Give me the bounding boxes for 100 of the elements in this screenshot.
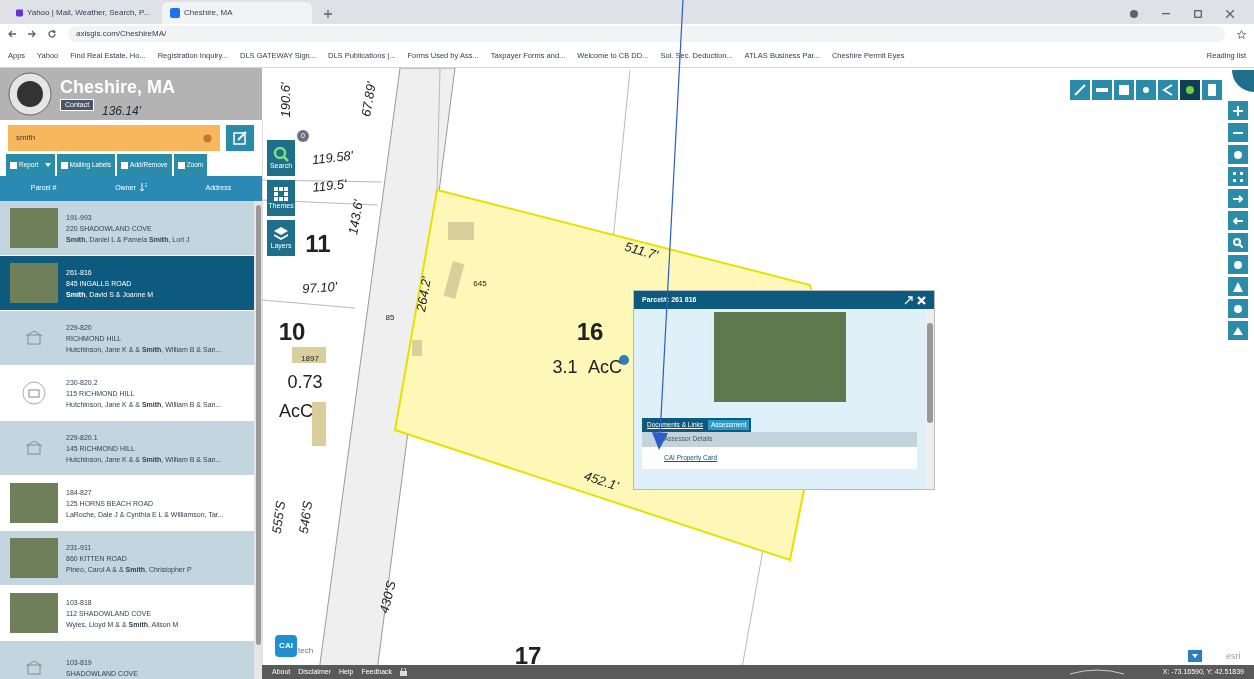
photo-placeholder xyxy=(10,538,58,578)
company-logo: CAI xyxy=(275,635,297,657)
clear-icon xyxy=(203,133,212,143)
map-tool-button[interactable] xyxy=(1228,101,1248,120)
zoom-in-icon xyxy=(1233,105,1243,116)
back-button[interactable] xyxy=(8,30,16,38)
reload-button[interactable] xyxy=(48,30,56,38)
map-tool-button[interactable] xyxy=(1228,321,1248,340)
map-tool-button[interactable] xyxy=(1180,80,1200,100)
tab-favicon-icon xyxy=(16,8,23,18)
bookmark-button[interactable] xyxy=(1237,29,1246,39)
caret-icon xyxy=(1192,654,1198,658)
minimize-icon xyxy=(1162,13,1170,15)
star-icon xyxy=(1237,29,1246,39)
map-tool-button[interactable] xyxy=(1114,80,1134,100)
reload-icon xyxy=(48,30,56,38)
address-bar[interactable]: axisgis.com/CheshireMA/ xyxy=(68,26,1225,42)
scrollbar[interactable] xyxy=(254,201,262,679)
close-icon xyxy=(1226,10,1234,18)
map-attribution: esri xyxy=(1226,650,1241,663)
dot-icon xyxy=(1234,304,1242,313)
maximize-button[interactable] xyxy=(1194,10,1202,18)
map-tool-button[interactable] xyxy=(1070,80,1090,100)
seal-icon xyxy=(8,72,52,116)
arrow-left-icon xyxy=(8,30,16,38)
no-photo-icon xyxy=(22,381,46,405)
edit-icon xyxy=(232,130,248,146)
no-photo-icon xyxy=(25,661,43,675)
pen-icon xyxy=(1072,82,1088,98)
search-icon xyxy=(273,146,289,162)
layers-icon xyxy=(273,226,289,242)
map-tool-button[interactable] xyxy=(1228,233,1248,252)
map-tool-button[interactable] xyxy=(1228,255,1248,274)
search-field[interactable]: smith xyxy=(8,125,220,151)
triangle-icon xyxy=(1233,326,1243,335)
photo-placeholder xyxy=(10,208,58,248)
map-label: 264.2' xyxy=(413,275,434,313)
map-tool-button[interactable] xyxy=(1228,167,1248,186)
map-label: AcC xyxy=(588,357,622,377)
browser-tab[interactable]: Cheshire, MA xyxy=(162,2,312,24)
map-label: 555'S xyxy=(268,500,289,535)
forward-button[interactable] xyxy=(28,30,36,38)
grid-icon xyxy=(1233,171,1243,182)
arrow-left-icon xyxy=(1233,216,1243,225)
arrow-right-icon xyxy=(28,30,36,38)
scale-bar-icon xyxy=(1068,668,1125,676)
map-tool-button[interactable] xyxy=(1228,211,1248,230)
map-tool-button[interactable] xyxy=(1202,80,1222,100)
map-label: 0.73 xyxy=(287,372,323,392)
photo-placeholder xyxy=(10,263,58,303)
panel-toggle-button[interactable] xyxy=(1232,70,1254,92)
map-label: 3.1 xyxy=(552,357,578,377)
map-label: 67.89' xyxy=(358,80,379,118)
map-label: 645 xyxy=(473,279,487,288)
map-label: 136.14' xyxy=(102,103,141,120)
collapse-button[interactable] xyxy=(1188,650,1202,662)
expand-button[interactable] xyxy=(904,295,913,305)
map-label: 10 xyxy=(278,318,306,345)
map-label: 430'S xyxy=(376,579,399,615)
app-title: Cheshire, MA xyxy=(60,76,176,97)
photo-placeholder xyxy=(10,593,58,633)
close-icon xyxy=(917,295,926,305)
map-label: 85 xyxy=(385,313,395,322)
square-icon xyxy=(1116,82,1132,98)
map-label: 546'S xyxy=(295,500,316,535)
map-tool-button[interactable] xyxy=(1228,189,1248,208)
profile-button[interactable] xyxy=(1130,10,1138,18)
photo-placeholder xyxy=(10,483,58,523)
map-label: 17 xyxy=(514,642,542,669)
map-tool-button[interactable] xyxy=(1228,299,1248,318)
tab-favicon-icon xyxy=(170,8,180,18)
browser-tab[interactable]: Yahoo | Mail, Weather, Search, P... xyxy=(8,2,158,24)
map-label: 511.7' xyxy=(622,238,660,263)
map-tool-button[interactable] xyxy=(1092,80,1112,100)
minimize-button[interactable] xyxy=(1162,13,1170,15)
map-label: 452.1' xyxy=(582,468,621,494)
no-photo-icon xyxy=(25,441,43,455)
dot-icon xyxy=(1234,150,1242,159)
close-button[interactable] xyxy=(1226,10,1234,18)
map-label: 119.58' xyxy=(311,147,354,168)
map-label: 190.6' xyxy=(278,82,293,118)
map-tool-button[interactable] xyxy=(1228,277,1248,296)
triangle-icon xyxy=(1233,281,1243,292)
map-tool-button[interactable] xyxy=(1136,80,1156,100)
profile-icon xyxy=(1130,10,1138,18)
map-label: 119.5' xyxy=(311,176,348,195)
map-tool-button[interactable] xyxy=(1228,123,1248,142)
map-label: 143.6' xyxy=(345,198,366,236)
map-tool-button[interactable] xyxy=(1228,145,1248,164)
scrollbar[interactable] xyxy=(925,309,934,489)
map-tool-button[interactable] xyxy=(1158,80,1178,100)
map-label: 1897 xyxy=(301,354,319,363)
search-icon xyxy=(1233,237,1243,248)
map-label: AcC xyxy=(279,401,313,421)
no-photo-icon xyxy=(25,331,43,345)
expand-icon xyxy=(904,295,913,305)
map-label: 11 xyxy=(305,230,331,257)
edit-button[interactable] xyxy=(226,125,254,151)
logo-subtext: tech xyxy=(298,645,314,657)
map-label: 97.10' xyxy=(301,278,338,297)
